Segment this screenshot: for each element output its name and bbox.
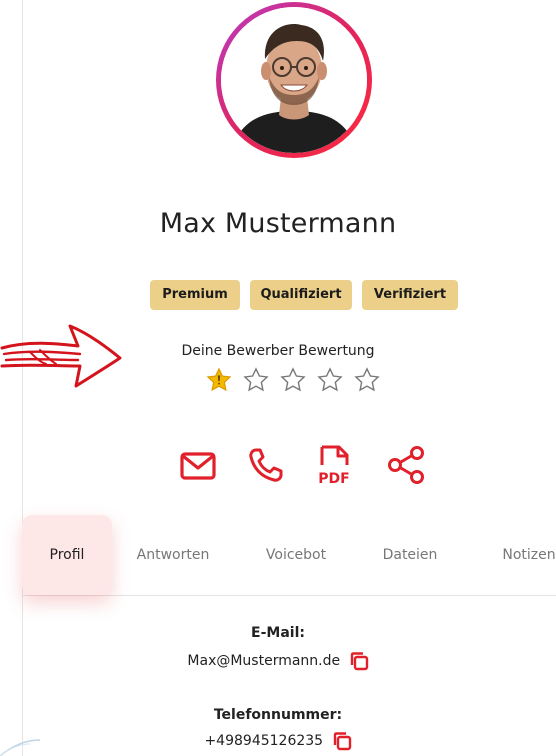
pdf-icon[interactable]: PDF bbox=[312, 443, 356, 487]
badge-verifiziert: Verifiziert bbox=[362, 280, 458, 310]
star-4-icon[interactable] bbox=[316, 366, 344, 394]
tab-antworten[interactable]: Antworten bbox=[118, 515, 228, 595]
profile-tabs: Profil Antworten Voicebot Dateien Notize… bbox=[22, 515, 556, 596]
copy-icon[interactable] bbox=[332, 731, 352, 751]
star-5-icon[interactable] bbox=[353, 366, 381, 394]
star-1-icon[interactable] bbox=[205, 366, 233, 394]
svg-text:PDF: PDF bbox=[318, 471, 349, 487]
star-3-icon[interactable] bbox=[279, 366, 307, 394]
copy-icon[interactable] bbox=[349, 651, 369, 671]
badge-group: Premium Qualifiziert Verifiziert bbox=[150, 280, 460, 310]
star-2-icon[interactable] bbox=[242, 366, 270, 394]
contact-actions: PDF bbox=[176, 443, 446, 487]
badge-qualifiziert: Qualifiziert bbox=[250, 280, 352, 310]
phone-row: +498945126235 bbox=[0, 731, 556, 751]
phone-label: Telefonnummer: bbox=[213, 707, 343, 723]
mail-icon[interactable] bbox=[176, 443, 220, 487]
corner-decoration bbox=[0, 739, 41, 756]
phone-icon[interactable] bbox=[244, 443, 288, 487]
badge-premium: Premium bbox=[150, 280, 240, 310]
email-row: Max@Mustermann.de bbox=[0, 651, 556, 671]
tab-notizen[interactable]: Notizen bbox=[484, 515, 556, 595]
star-rating bbox=[205, 366, 405, 396]
tab-voicebot[interactable]: Voicebot bbox=[246, 515, 346, 595]
tab-profil[interactable]: Profil bbox=[22, 515, 112, 595]
profile-name: Max Mustermann bbox=[159, 208, 397, 239]
share-icon[interactable] bbox=[384, 443, 428, 487]
email-label: E-Mail: bbox=[251, 625, 305, 641]
tab-dateien[interactable]: Dateien bbox=[360, 515, 460, 595]
email-value[interactable]: Max@Mustermann.de bbox=[187, 653, 340, 669]
avatar-photo bbox=[221, 7, 367, 153]
phone-value[interactable]: +498945126235 bbox=[204, 733, 323, 749]
rating-label: Deine Bewerber Bewertung bbox=[181, 343, 375, 359]
avatar bbox=[216, 2, 372, 158]
